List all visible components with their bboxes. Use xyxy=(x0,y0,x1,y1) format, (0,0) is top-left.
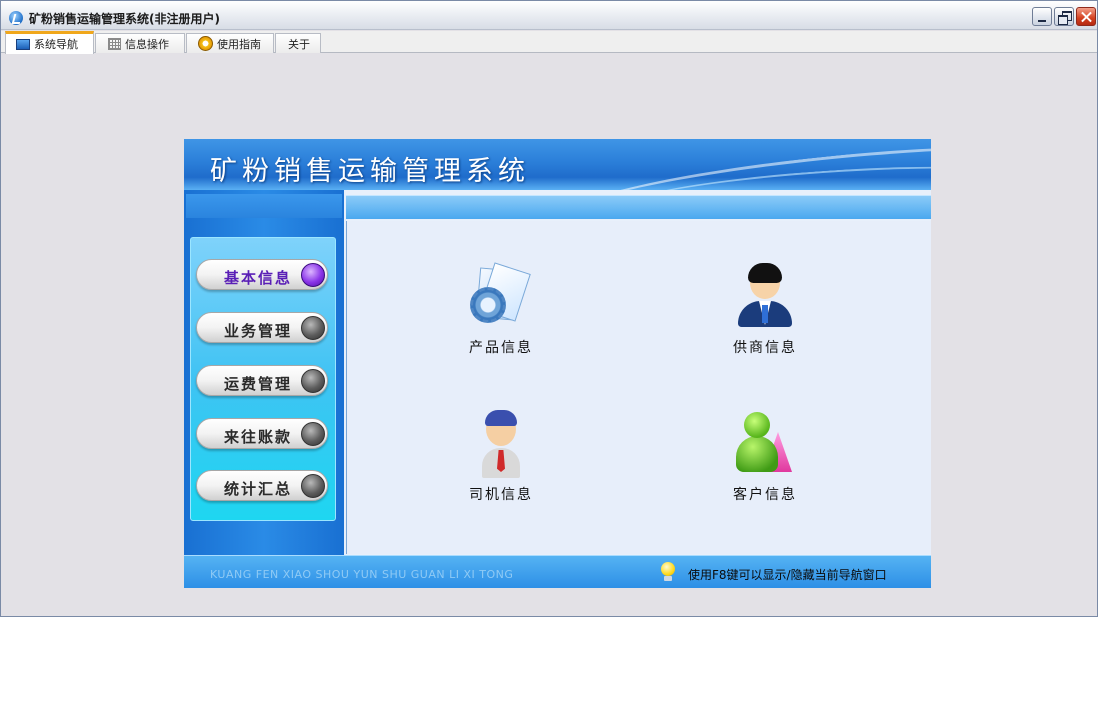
app-logo-icon xyxy=(9,11,23,25)
window-title: 矿粉销售运输管理系统(非注册用户) xyxy=(29,12,220,26)
menu-item-label: 业务管理 xyxy=(224,322,293,340)
title-bar[interactable]: 矿粉销售运输管理系统(非注册用户) xyxy=(1,1,1097,30)
menu-item-label: 统计汇总 xyxy=(224,480,293,498)
indicator-dot-icon xyxy=(301,316,325,340)
help-icon xyxy=(198,36,213,51)
driver-info-icon xyxy=(466,410,536,480)
product-info-icon xyxy=(466,262,536,333)
menu-item-label: 来往账款 xyxy=(224,428,293,446)
tab-user-guide[interactable]: 使用指南 xyxy=(186,33,274,53)
footer-bar: KUANG FEN XIAO SHOU YUN SHU GUAN LI XI T… xyxy=(184,555,931,588)
item-label: 供商信息 xyxy=(733,340,797,356)
menu-item-label: 运费管理 xyxy=(224,375,293,393)
minimize-button[interactable] xyxy=(1032,7,1052,26)
lightbulb-icon xyxy=(660,562,676,582)
menu-item-accounts[interactable]: 来往账款 xyxy=(196,418,328,449)
indicator-dot-icon xyxy=(301,422,325,446)
menu-item-basic-info[interactable]: 基本信息 xyxy=(196,259,328,290)
menu-item-statistics[interactable]: 统计汇总 xyxy=(196,470,328,501)
menu-item-business-management[interactable]: 业务管理 xyxy=(196,312,328,343)
tab-label: 使用指南 xyxy=(217,37,261,51)
tab-label: 系统导航 xyxy=(34,38,78,51)
tab-info-operation[interactable]: 信息操作 xyxy=(95,33,185,53)
indicator-dot-icon xyxy=(301,369,325,393)
banner: 矿粉销售运输管理系统 xyxy=(184,139,931,190)
menu-item-label: 基本信息 xyxy=(224,269,293,287)
customer-info-icon xyxy=(730,410,800,480)
driver-info-button[interactable]: 司机信息 xyxy=(456,410,546,504)
item-label: 产品信息 xyxy=(469,340,533,356)
supplier-info-button[interactable]: 供商信息 xyxy=(720,263,810,357)
footer-tip: 使用F8键可以显示/隐藏当前导航窗口 xyxy=(688,568,887,582)
item-label: 司机信息 xyxy=(469,487,533,503)
monitor-icon xyxy=(16,38,30,50)
menu-item-freight-management[interactable]: 运费管理 xyxy=(196,365,328,396)
indicator-dot-icon xyxy=(301,474,325,498)
navigation-panel: 矿粉销售运输管理系统 基本信息 业务管理 运费管理 来往账款 统计汇总 产品信息… xyxy=(184,139,931,588)
tab-strip: 系统导航 信息操作 使用指南 关于 xyxy=(1,31,1097,54)
grid-icon xyxy=(108,37,121,50)
indicator-dot-icon xyxy=(301,263,325,287)
product-info-button[interactable]: 产品信息 xyxy=(456,262,546,357)
tab-system-navigation[interactable]: 系统导航 xyxy=(5,31,94,54)
banner-title: 矿粉销售运输管理系统 xyxy=(210,156,530,187)
supplier-info-icon xyxy=(730,263,800,333)
left-menu-header xyxy=(186,194,342,218)
tab-label: 关于 xyxy=(288,37,310,51)
customer-info-button[interactable]: 客户信息 xyxy=(720,410,810,504)
footer-pinyin: KUANG FEN XIAO SHOU YUN SHU GUAN LI XI T… xyxy=(210,568,514,581)
content-area: 产品信息 供商信息 司机信息 客户信息 xyxy=(346,221,931,554)
restore-button[interactable] xyxy=(1054,7,1074,26)
tab-label: 信息操作 xyxy=(125,37,169,51)
content-header-strip xyxy=(346,195,931,219)
close-button[interactable] xyxy=(1076,7,1096,26)
item-label: 客户信息 xyxy=(733,487,797,503)
tab-about[interactable]: 关于 xyxy=(275,33,321,53)
left-menu-column: 基本信息 业务管理 运费管理 来往账款 统计汇总 xyxy=(184,190,344,555)
